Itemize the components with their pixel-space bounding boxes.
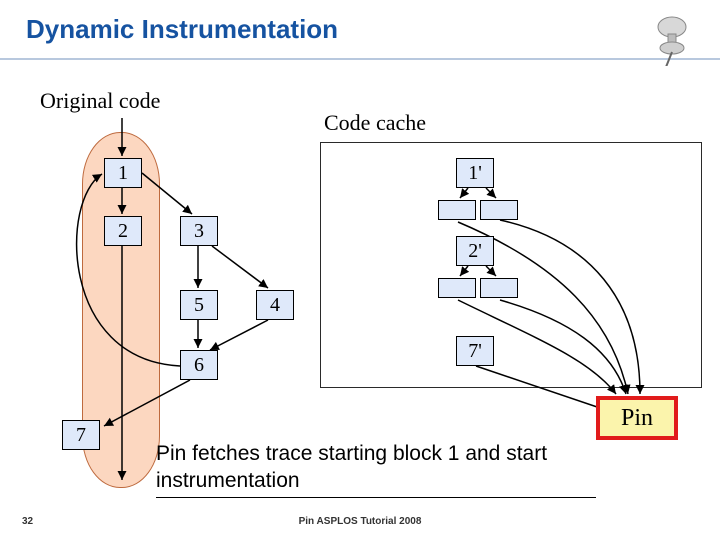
original-code-label: Original code	[40, 88, 160, 114]
node-4: 4	[256, 290, 294, 320]
slide-title: Dynamic Instrumentation	[26, 14, 338, 45]
node-3: 3	[180, 216, 218, 246]
stub-2a	[438, 278, 476, 298]
node-7-prime: 7'	[456, 336, 494, 366]
node-6: 6	[180, 350, 218, 380]
node-2: 2	[104, 216, 142, 246]
slide-footer: Pin ASPLOS Tutorial 2008	[0, 516, 720, 527]
node-1: 1	[104, 158, 142, 188]
code-cache-box	[320, 142, 702, 388]
pin-box: Pin	[596, 396, 678, 440]
stub-2b	[480, 278, 518, 298]
pushpin-icon	[650, 14, 692, 66]
node-2-prime: 2'	[456, 236, 494, 266]
stub-1a	[438, 200, 476, 220]
node-5: 5	[180, 290, 218, 320]
stub-1b	[480, 200, 518, 220]
title-underline	[0, 58, 720, 60]
node-1-prime: 1'	[456, 158, 494, 188]
node-7: 7	[62, 420, 100, 450]
code-cache-label: Code cache	[324, 110, 426, 136]
slide-caption: Pin fetches trace starting block 1 and s…	[156, 440, 596, 498]
